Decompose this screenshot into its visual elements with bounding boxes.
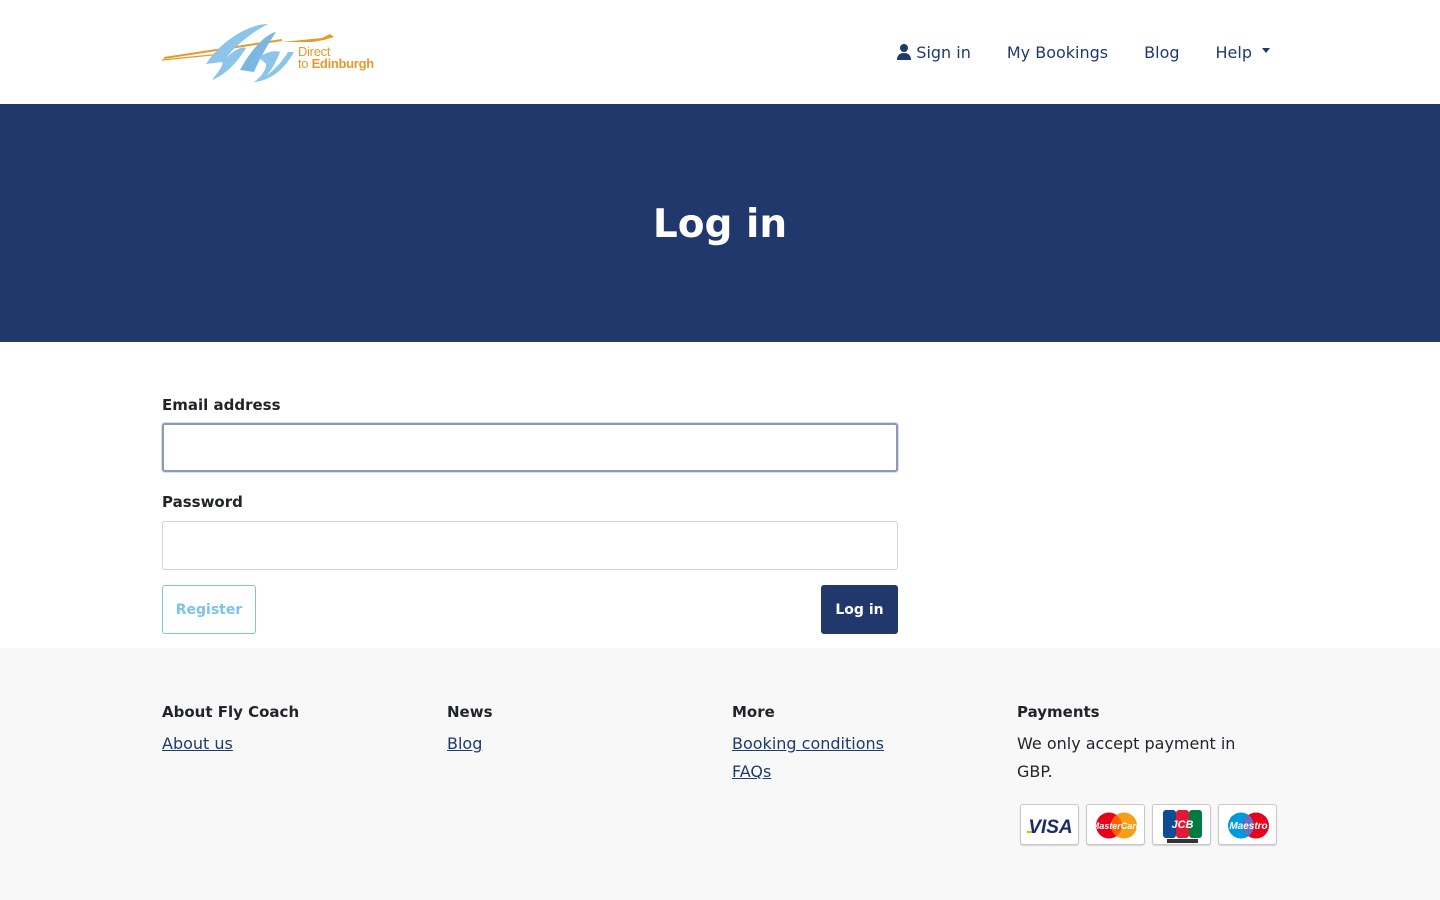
hero-banner: Log in: [0, 104, 1440, 342]
footer-heading-payments: Payments: [1017, 703, 1100, 721]
mastercard-card-icon: MasterCard: [1086, 804, 1145, 845]
footer-link-faqs[interactable]: FAQs: [732, 758, 992, 786]
logo-to-prefix: to: [298, 56, 312, 71]
mastercard-card-label: MasterCard: [1092, 821, 1142, 831]
logo-destination-text: to Edinburgh: [298, 56, 374, 71]
logo-edinburgh-text: Edinburgh: [311, 56, 375, 71]
caret-down-icon: [1262, 47, 1270, 53]
footer-col-more: More Booking conditions FAQs: [732, 703, 992, 786]
site-header: Direct to Edinburgh Sign in My Bookings …: [0, 0, 1440, 104]
footer-link-blog[interactable]: Blog: [447, 730, 707, 758]
site-footer: About Fly Coach About us News Blog More …: [0, 648, 1440, 900]
login-button[interactable]: Log in: [821, 585, 898, 634]
nav-sign-in-label: Sign in: [916, 42, 971, 62]
payment-cards: VISA MasterCard JCB Maestro: [1020, 804, 1284, 845]
maestro-card-icon: Maestro: [1218, 804, 1277, 845]
jcb-card-icon: JCB: [1152, 804, 1211, 845]
login-form: Email address Password Register Log in: [0, 342, 1440, 648]
password-field[interactable]: [162, 521, 898, 570]
email-label: Email address: [162, 396, 281, 414]
footer-col-about: About Fly Coach About us: [162, 703, 422, 758]
footer-heading-about: About Fly Coach: [162, 703, 300, 721]
footer-link-booking-conditions[interactable]: Booking conditions: [732, 730, 992, 758]
register-button[interactable]: Register: [162, 585, 256, 634]
user-icon: [897, 44, 912, 60]
footer-heading-news: News: [447, 703, 493, 721]
main-nav: Sign in My Bookings Blog Help: [897, 40, 1270, 64]
fly-logo-graphic: [161, 24, 334, 82]
nav-help-label: Help: [1215, 42, 1252, 62]
visa-card-icon: VISA: [1020, 804, 1079, 845]
nav-help-dropdown[interactable]: Help: [1216, 43, 1270, 62]
password-label: Password: [162, 493, 243, 511]
footer-col-news: News Blog: [447, 703, 707, 758]
email-field[interactable]: [162, 423, 898, 472]
payments-text: We only accept payment in GBP.: [1017, 734, 1236, 781]
nav-blog[interactable]: Blog: [1144, 43, 1179, 62]
maestro-card-label: Maestro: [1229, 821, 1267, 832]
page-title: Log in: [652, 201, 788, 247]
nav-sign-in[interactable]: Sign in: [897, 43, 971, 62]
visa-card-label: VISA: [1028, 817, 1072, 838]
nav-my-bookings[interactable]: My Bookings: [1007, 43, 1108, 62]
footer-col-payments: Payments We only accept payment in GBP.: [1017, 703, 1277, 786]
jcb-card-label: JCB: [1171, 819, 1193, 831]
footer-heading-more: More: [732, 703, 775, 721]
site-logo[interactable]: Direct to Edinburgh: [161, 18, 376, 86]
footer-link-about-us[interactable]: About us: [162, 730, 422, 758]
